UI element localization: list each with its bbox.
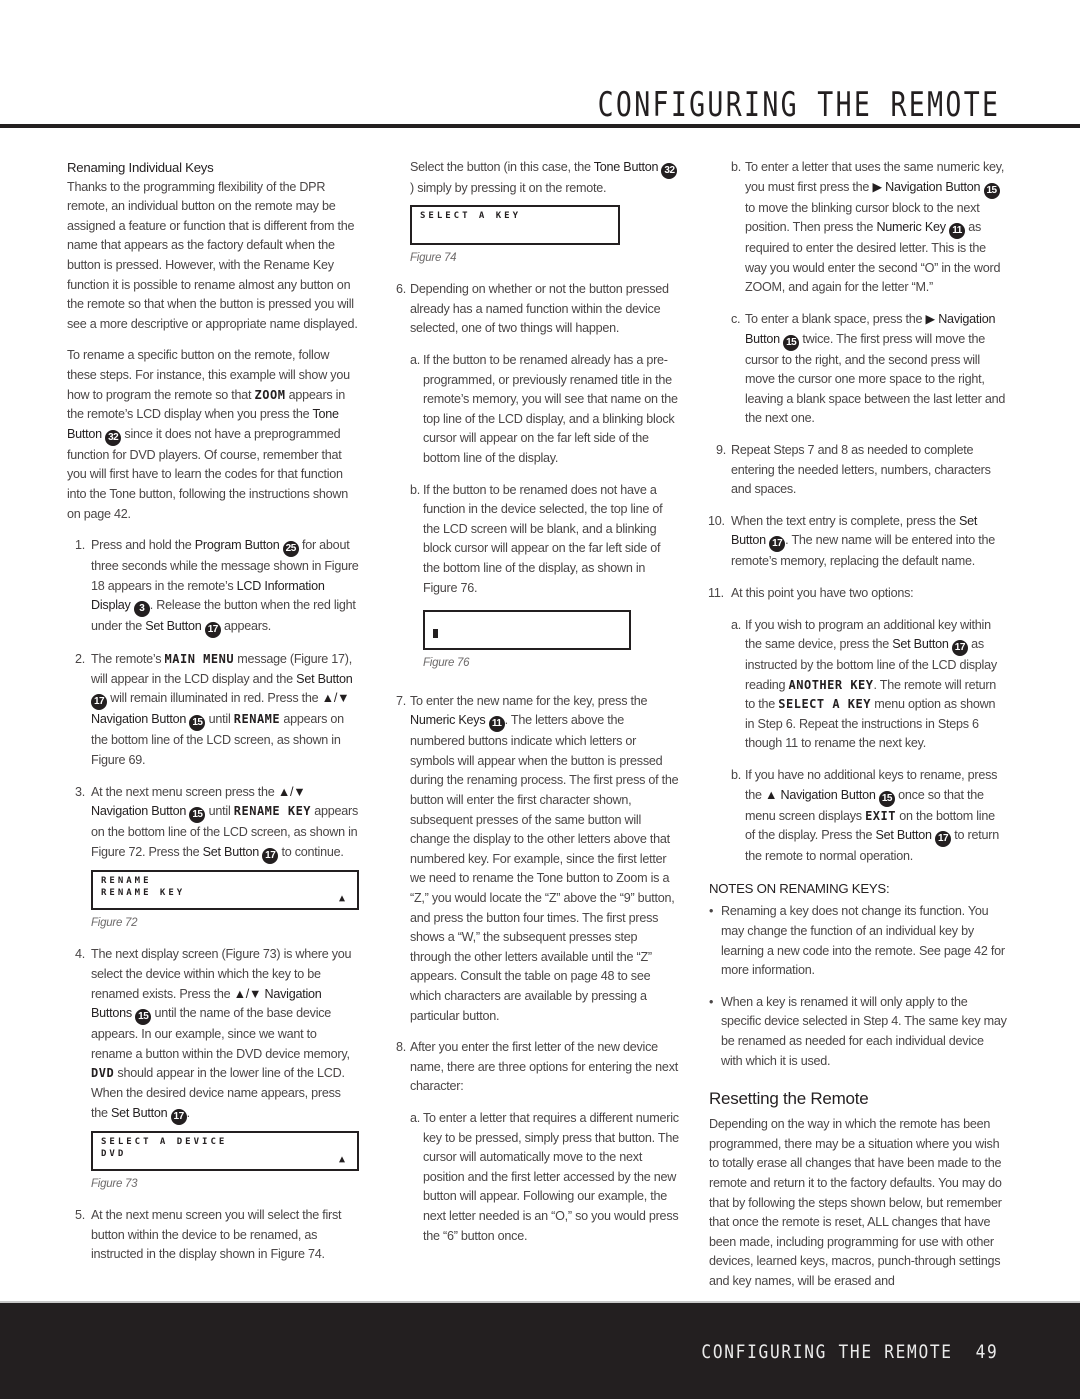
section-heading-resetting: Resetting the Remote xyxy=(709,1089,869,1109)
step-1: 1. Press and hold the Program Button 25 … xyxy=(67,536,359,639)
bullet-icon: • xyxy=(709,904,714,919)
intro-paragraph: Thanks to the programming flexibility of… xyxy=(67,179,358,331)
step-5-continued: Select the button (in this case, the Ton… xyxy=(396,158,680,268)
page-number: 49 xyxy=(975,1341,998,1363)
header-rule xyxy=(0,124,1080,128)
lcd-figure-74: SELECT A KEY xyxy=(410,204,620,245)
footer-text: CONFIGURING THE REMOTE 49 xyxy=(701,1341,998,1363)
step-6: 6. Depending on whether or not the butto… xyxy=(396,282,669,336)
up-arrow-icon: ▲ xyxy=(338,892,345,904)
step-5: 5. At the next menu screen you will sele… xyxy=(75,1208,342,1262)
step-8: 8. After you enter the first letter of t… xyxy=(396,1040,678,1094)
step-7: 7. To enter the new name for the key, pr… xyxy=(396,693,679,1023)
step-4: 4. The next display screen (Figure 73) i… xyxy=(67,945,359,1194)
column-3: b. To enter a letter that uses the same … xyxy=(708,158,1007,1292)
step-11a: a. If you wish to program an additional … xyxy=(731,617,997,751)
callout-15-icon: 15 xyxy=(135,1009,152,1026)
step-2: 2. The remote’s MAIN MENU message (Figur… xyxy=(75,652,353,768)
callout-15-icon: 15 xyxy=(189,807,206,824)
step-10: 10. When the text entry is complete, pre… xyxy=(708,513,996,569)
instructions-paragraph: To rename a specific button on the remot… xyxy=(67,348,350,521)
figure-caption-73: Figure 73 xyxy=(91,1177,138,1190)
figure-caption-74: Figure 74 xyxy=(410,251,457,264)
step-3: 3. At the next menu screen press the ▲/▼… xyxy=(67,783,359,934)
lcd-figure-76 xyxy=(423,610,631,651)
step-6b: b. If the button to be renamed does not … xyxy=(396,481,680,674)
callout-17-icon: 17 xyxy=(204,622,221,639)
callout-11-icon: 11 xyxy=(488,716,505,733)
callout-32-icon: 32 xyxy=(105,429,122,446)
callout-32-icon: 32 xyxy=(661,163,678,179)
step-9: 9. Repeat Steps 7 and 8 as needed to com… xyxy=(716,442,991,497)
callout-11-icon: 11 xyxy=(949,223,966,240)
column-1: Renaming Individual Keys Thanks to the p… xyxy=(67,158,359,1265)
section-heading-renaming: Renaming Individual Keys xyxy=(67,160,214,175)
up-arrow-icon: ▲ xyxy=(338,1153,345,1165)
note-item: • Renaming a key does not change its fun… xyxy=(709,904,1005,978)
lcd-figure-72: RENAME RENAME KEY ▲ xyxy=(91,869,359,910)
reset-paragraph: Depending on the way in which the remote… xyxy=(709,1117,1002,1288)
step-6a: a. If the button to be renamed already h… xyxy=(410,352,678,465)
callout-17-icon: 17 xyxy=(769,536,786,553)
callout-15-icon: 15 xyxy=(189,715,206,732)
step-8c: c. To enter a blank space, press the ▶ N… xyxy=(731,311,1006,426)
column-2: Select the button (in this case, the Ton… xyxy=(396,158,680,1246)
note-item: • When a key is renamed it will only app… xyxy=(709,994,1007,1068)
step-11: 11. At this point you have two options: xyxy=(708,585,914,600)
callout-25-icon: 25 xyxy=(282,541,299,558)
block-cursor-icon xyxy=(433,629,438,639)
callout-17-icon: 17 xyxy=(951,640,968,657)
callout-17-icon: 17 xyxy=(170,1108,187,1125)
notes-heading: NOTES ON RENAMING KEYS: xyxy=(709,880,890,896)
page-header-title: CONFIGURING THE REMOTE xyxy=(597,84,1000,125)
callout-3-icon: 3 xyxy=(133,601,150,618)
figure-caption-76: Figure 76 xyxy=(423,657,470,670)
figure-caption-72: Figure 72 xyxy=(91,916,138,929)
callout-17-icon: 17 xyxy=(935,831,952,848)
lcd-text-zoom: ZOOM xyxy=(254,387,286,402)
lcd-figure-73: SELECT A DEVICE DVD ▲ xyxy=(91,1130,359,1171)
callout-17-icon: 17 xyxy=(262,847,279,864)
callout-15-icon: 15 xyxy=(783,334,800,351)
page-footer: CONFIGURING THE REMOTE 49 xyxy=(0,1301,1080,1399)
callout-15-icon: 15 xyxy=(983,182,1000,199)
callout-15-icon: 15 xyxy=(878,790,895,807)
step-8b: b. To enter a letter that uses the same … xyxy=(731,160,1005,295)
callout-17-icon: 17 xyxy=(91,694,107,711)
footer-section-title: CONFIGURING THE REMOTE xyxy=(700,1341,953,1363)
step-11b: b. If you have no additional keys to ren… xyxy=(731,768,999,864)
step-8a: a. To enter a letter that requires a dif… xyxy=(410,1110,679,1243)
bullet-icon: • xyxy=(709,994,714,1009)
